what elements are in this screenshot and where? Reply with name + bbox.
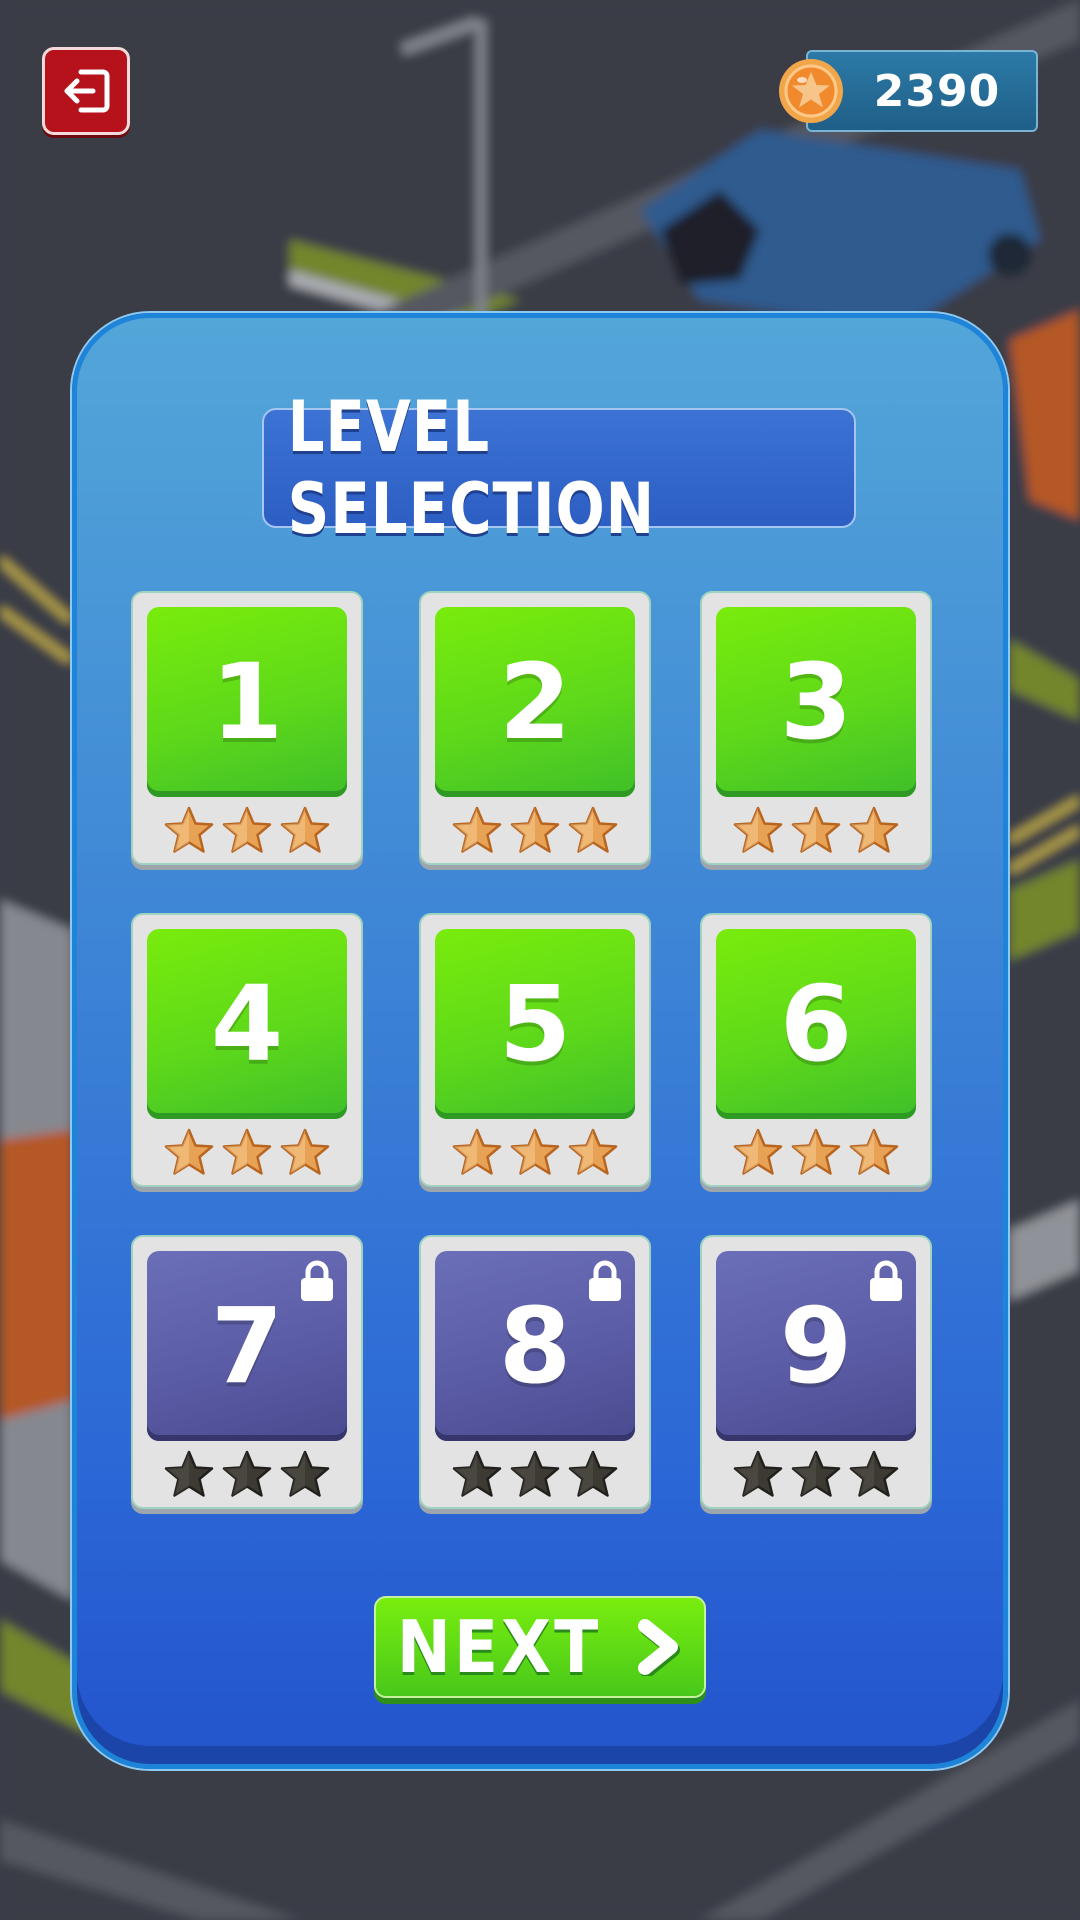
level-card-3[interactable]: 3 [700,591,932,865]
star-rating [133,805,361,857]
lock-icon [301,1260,333,1301]
level-number: 5 [498,963,572,1085]
next-button-label: NEXT [396,1605,602,1689]
level-number: 6 [779,963,853,1085]
level-card-6[interactable]: 6 [700,913,932,1187]
star-filled-icon [568,806,618,853]
page-title: LEVEL SELECTION [287,386,656,550]
level-tile: 8 [435,1251,635,1441]
star-empty-icon [568,1450,618,1497]
star-filled-icon [452,806,502,853]
star-filled-icon [568,1128,618,1175]
star-empty-icon [733,1450,783,1497]
level-card-7: 7 [131,1235,363,1509]
star-filled-icon [510,1128,560,1175]
star-coin-icon [779,59,843,123]
star-rating [421,805,649,857]
title-banner: LEVEL SELECTION [262,386,856,550]
level-card-2[interactable]: 2 [419,591,651,865]
exit-button[interactable] [42,47,130,135]
star-filled-icon [280,806,330,853]
level-tile[interactable]: 2 [435,607,635,797]
star-filled-icon [452,1128,502,1175]
level-tile[interactable]: 5 [435,929,635,1119]
star-filled-icon [791,1128,841,1175]
level-number: 2 [498,641,572,763]
level-tile[interactable]: 3 [716,607,916,797]
star-filled-icon [280,1128,330,1175]
star-empty-icon [452,1450,502,1497]
lock-icon [870,1260,902,1301]
next-button[interactable]: NEXT [374,1596,706,1698]
star-rating [421,1449,649,1501]
star-rating [702,1449,930,1501]
star-empty-icon [164,1450,214,1497]
star-filled-icon [222,1128,272,1175]
star-empty-icon [280,1450,330,1497]
coin-count: 2390 [873,65,1001,117]
level-number: 7 [210,1285,284,1407]
level-card-4[interactable]: 4 [131,913,363,1187]
star-filled-icon [733,806,783,853]
star-filled-icon [791,806,841,853]
star-filled-icon [510,806,560,853]
level-tile[interactable]: 6 [716,929,916,1119]
star-filled-icon [849,1128,899,1175]
chevron-right-icon [638,1619,681,1676]
star-filled-icon [849,806,899,853]
level-number: 8 [498,1285,572,1407]
level-card-9: 9 [700,1235,932,1509]
star-rating [133,1127,361,1179]
level-number: 9 [779,1285,853,1407]
level-number: 1 [210,641,284,763]
star-filled-icon [164,1128,214,1175]
level-card-8: 8 [419,1235,651,1509]
star-empty-icon [222,1450,272,1497]
star-rating [702,805,930,857]
star-empty-icon [849,1450,899,1497]
lock-icon [589,1260,621,1301]
star-filled-icon [164,806,214,853]
level-tile[interactable]: 1 [147,607,347,797]
star-rating [702,1127,930,1179]
level-number: 4 [210,963,284,1085]
level-tile: 7 [147,1251,347,1441]
level-number: 3 [779,641,853,763]
exit-icon [64,69,110,113]
star-filled-icon [222,806,272,853]
star-empty-icon [791,1450,841,1497]
star-rating [133,1449,361,1501]
star-filled-icon [733,1128,783,1175]
level-tile: 9 [716,1251,916,1441]
star-rating [421,1127,649,1179]
level-card-5[interactable]: 5 [419,913,651,1187]
star-empty-icon [510,1450,560,1497]
level-tile[interactable]: 4 [147,929,347,1119]
level-card-1[interactable]: 1 [131,591,363,865]
